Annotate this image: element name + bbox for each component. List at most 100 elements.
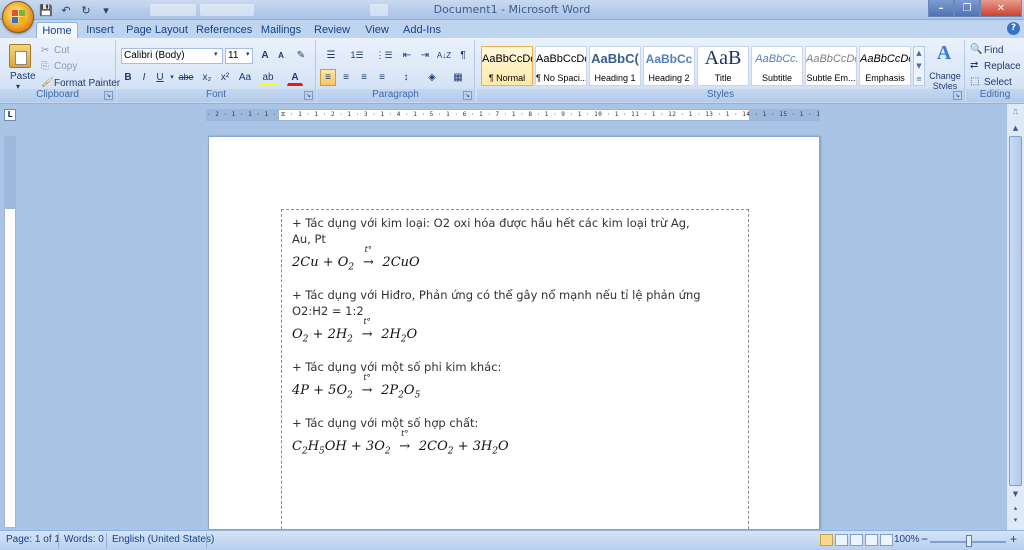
shading-button[interactable]: ◈ (421, 69, 443, 86)
strikethrough-button[interactable]: abe (177, 69, 195, 86)
multilevel-list-button[interactable]: ⋮☰ (372, 47, 396, 64)
style-no-spacing[interactable]: AaBbCcDc ¶ No Spaci... (535, 46, 587, 86)
zoom-out-button[interactable]: − (921, 532, 928, 546)
replace-icon[interactable]: ⇄ (970, 60, 978, 71)
align-right-button[interactable]: ≡ (356, 69, 372, 86)
restore-button[interactable]: ❐ (954, 0, 980, 17)
borders-button[interactable]: ▦ (447, 69, 469, 86)
next-page-icon[interactable]: ▾ (1009, 514, 1022, 527)
font-color-button[interactable]: A (287, 69, 303, 86)
line-spacing-button[interactable]: ↕ (395, 69, 417, 86)
find-icon[interactable]: 🔍 (970, 44, 982, 55)
replace-button[interactable]: Replace (984, 61, 1021, 72)
select-icon[interactable]: ⬚ (970, 76, 979, 87)
format-painter-icon[interactable]: 🖌 (41, 77, 54, 88)
vertical-scrollbar[interactable]: ⎍ ▲ ▼ ▴ ▾ (1006, 104, 1024, 530)
style-subtitle[interactable]: AaBbCc. Subtitle (751, 46, 803, 86)
web-layout-icon[interactable] (850, 534, 863, 546)
highlight-button[interactable]: ab (259, 69, 277, 86)
style-title[interactable]: AaB Title (697, 46, 749, 86)
paste-icon[interactable] (9, 44, 31, 68)
tab-review[interactable]: Review (314, 22, 350, 38)
tab-references[interactable]: References (196, 22, 252, 38)
minimize-button[interactable]: – (928, 0, 954, 17)
tab-home[interactable]: Home (36, 22, 78, 38)
underline-dropdown-icon[interactable]: ▾ (169, 69, 175, 86)
outline-view-icon[interactable] (865, 534, 878, 546)
full-screen-reading-icon[interactable] (835, 534, 848, 546)
tab-add-ins[interactable]: Add-Ins (402, 22, 442, 38)
office-button[interactable] (2, 1, 34, 33)
change-styles-icon[interactable]: A (929, 42, 959, 64)
change-case-button[interactable]: Aa (235, 69, 255, 86)
paste-button[interactable]: Paste (10, 71, 36, 82)
close-button[interactable]: ✕ (980, 0, 1022, 17)
decrease-indent-button[interactable]: ⇤ (399, 47, 415, 64)
scroll-down-icon[interactable]: ▼ (1009, 488, 1022, 501)
font-launcher-icon[interactable]: ↘ (304, 91, 313, 100)
center-button[interactable]: ≡ (338, 69, 354, 86)
styles-scroll[interactable]: ▲ ▼ ≡ (913, 46, 925, 86)
page-count[interactable]: Page: 1 of 1 (6, 534, 60, 545)
numbering-button[interactable]: 1☰ (345, 47, 369, 64)
italic-button[interactable]: I (137, 69, 151, 86)
increase-indent-button[interactable]: ⇥ (417, 47, 433, 64)
zoom-level[interactable]: 100% (894, 534, 920, 545)
style-subtle-emphasis[interactable]: AaBbCcDc Subtle Em... (805, 46, 857, 86)
styles-launcher-icon[interactable]: ↘ (953, 91, 962, 100)
font-size-dropdown-icon[interactable]: ▾ (246, 50, 250, 58)
subscript-button[interactable]: x₂ (199, 69, 215, 86)
format-painter-button[interactable]: Format Painter (54, 78, 120, 89)
paragraph-launcher-icon[interactable]: ↘ (463, 91, 472, 100)
tab-mailings[interactable]: Mailings (258, 22, 304, 38)
font-name-dropdown-icon[interactable]: ▾ (214, 50, 218, 58)
style-emphasis[interactable]: AaBbCcDc Emphasis (859, 46, 911, 86)
equation-3[interactable]: 4P + 5O2 → t° 2P2O5 (292, 373, 738, 405)
change-styles-button[interactable]: Change Styles (927, 71, 963, 91)
horizontal-ruler[interactable]: · 2 · 1 · 1 · 1 · ⧖ · 1 · 1 · 2 · 1 · 3 … (206, 109, 820, 121)
bold-button[interactable]: B (121, 69, 135, 86)
tab-view[interactable]: View (362, 22, 392, 38)
document-page[interactable]: + Tác dụng với kim loại: O2 oxi hóa được… (208, 136, 820, 539)
word-count[interactable]: Words: 0 (64, 534, 104, 545)
equation-2[interactable]: O2 + 2H2 → t° 2H2O (292, 317, 738, 349)
justify-button[interactable]: ≡ (374, 69, 390, 86)
draft-view-icon[interactable] (880, 534, 893, 546)
cut-button[interactable]: Cut (54, 45, 70, 56)
style-heading-1[interactable]: AaBbC( Heading 1 (589, 46, 641, 86)
bullets-button[interactable]: ☰ (320, 47, 342, 64)
tab-insert[interactable]: Insert (82, 22, 118, 38)
grow-font-button[interactable]: A (258, 47, 272, 64)
sort-button[interactable]: A↓Z (435, 47, 453, 64)
align-left-button[interactable]: ≡ (320, 69, 336, 86)
find-button[interactable]: Find (984, 45, 1003, 56)
language-indicator[interactable]: English (United States) (112, 534, 214, 545)
clear-formatting-button[interactable]: ✎ (293, 47, 309, 64)
underline-button[interactable]: U (153, 69, 167, 86)
font-name-box[interactable]: Calibri (Body) (121, 48, 223, 64)
paragraph-text: + Tác dụng với kim loại: O2 oxi hóa được… (292, 216, 690, 230)
equation-1[interactable]: 2Cu + O2 → t° 2CuO (292, 245, 738, 277)
zoom-slider-thumb[interactable] (966, 535, 972, 547)
tab-page-layout[interactable]: Page Layout (126, 22, 188, 38)
vertical-ruler[interactable] (4, 136, 16, 528)
scroll-up-icon[interactable]: ▲ (1009, 122, 1022, 135)
equation-4[interactable]: C2H5OH + 3O2 → t° 2CO2 + 3H2O (292, 429, 738, 461)
document-body[interactable]: + Tác dụng với kim loại: O2 oxi hóa được… (281, 209, 749, 539)
scroll-thumb[interactable] (1009, 136, 1022, 486)
shrink-font-button[interactable]: A (274, 47, 288, 64)
cut-icon[interactable]: ✂ (41, 45, 49, 56)
style-heading-2[interactable]: AaBbCc Heading 2 (643, 46, 695, 86)
copy-icon[interactable]: ⎘ (41, 61, 49, 72)
tab-selector[interactable]: L (4, 109, 16, 121)
copy-button[interactable]: Copy (54, 61, 77, 72)
show-marks-button[interactable]: ¶ (455, 47, 471, 64)
select-button[interactable]: Select (984, 77, 1012, 88)
help-icon[interactable]: ? (1007, 22, 1020, 35)
ruler-toggle-icon[interactable]: ⎍ (1009, 106, 1022, 119)
superscript-button[interactable]: x² (217, 69, 233, 86)
zoom-in-button[interactable]: + (1010, 532, 1017, 546)
clipboard-launcher-icon[interactable]: ↘ (104, 91, 113, 100)
style-normal[interactable]: AaBbCcDc ¶ Normal (481, 46, 533, 86)
print-layout-view-icon[interactable] (820, 534, 833, 546)
